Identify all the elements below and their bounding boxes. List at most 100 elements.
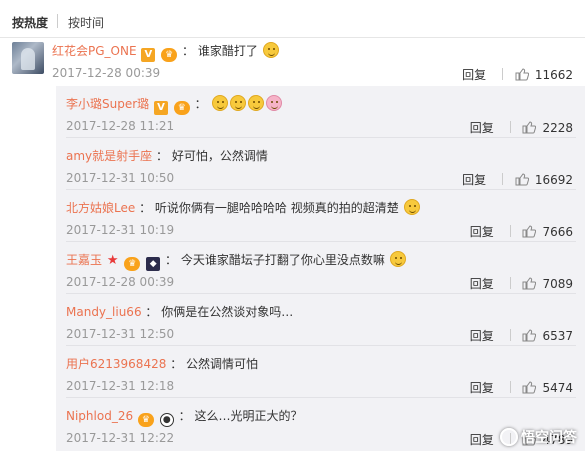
- reply-username[interactable]: 王嘉玉: [66, 253, 102, 267]
- smile-emoji-icon: [389, 251, 406, 267]
- thumbs-up-icon: [515, 173, 529, 186]
- like-button[interactable]: 7089: [522, 277, 573, 291]
- sort-bar: 按热度 按时间: [0, 0, 585, 38]
- reply-timestamp: 2017-12-31 12:22: [66, 431, 175, 445]
- reply-actions: 回复 2228: [470, 119, 573, 136]
- vip-badge-icon: ♛: [173, 101, 190, 115]
- thumbs-up-icon: [515, 68, 529, 81]
- sort-divider: [57, 14, 58, 28]
- vip-badge-icon: ♛: [137, 413, 154, 427]
- reply-username[interactable]: Niphlod_26: [66, 409, 133, 423]
- thumbs-up-icon: [522, 121, 537, 134]
- comment-username[interactable]: 红花会PG_ONE: [52, 44, 137, 58]
- action-divider: [501, 68, 503, 80]
- reply-button[interactable]: 回复: [470, 121, 494, 135]
- like-button[interactable]: 6537: [522, 329, 573, 343]
- like-count: 7089: [542, 277, 573, 291]
- reply-username[interactable]: 李小璐Super璐: [66, 97, 149, 111]
- colon-separator: ：: [155, 149, 168, 163]
- reply-username[interactable]: Mandy_liu66: [66, 305, 142, 319]
- reply-button[interactable]: 回复: [470, 277, 494, 291]
- reply-line: Mandy_liu66 ： 你俩是在公然谈对象吗…: [66, 303, 293, 320]
- reply-text: 公然调情可怕: [186, 357, 259, 371]
- action-divider: [509, 277, 511, 289]
- reply-text: 这么…光明正大的？: [194, 409, 303, 423]
- thumbs-up-icon: [522, 381, 537, 394]
- reply-button[interactable]: 回复: [470, 433, 494, 447]
- pig-emoji-icon: [265, 95, 282, 111]
- reply-button[interactable]: 回复: [470, 225, 494, 239]
- reply-line: 北方姑娘Lee ： 听说你俩有一腿哈哈哈哈 视频真的拍的超清楚: [66, 199, 421, 216]
- reply-button[interactable]: 回复: [462, 173, 486, 187]
- colon-separator: ：: [145, 305, 158, 319]
- reply-item: 王嘉玉 ★ ♛ ◆ ： 今天谁家醋坛子打翻了你心里没点数嘛 2017-12-28…: [56, 242, 585, 294]
- emoji-icon: [229, 95, 246, 111]
- like-count: 6537: [542, 329, 573, 343]
- avatar[interactable]: [12, 42, 44, 74]
- reply-line: 李小璐Super璐 V ♛ ：: [66, 95, 283, 115]
- reply-text: 你俩是在公然谈对象吗…: [161, 305, 294, 319]
- colon-separator: ：: [139, 201, 152, 215]
- reply-timestamp: 2017-12-28 00:39: [66, 275, 175, 289]
- watermark: 悟空问答: [500, 427, 577, 447]
- action-divider: [509, 121, 511, 133]
- like-count: 11662: [534, 68, 573, 82]
- thumbs-up-icon: [522, 277, 537, 290]
- reply-button[interactable]: 回复: [470, 329, 494, 343]
- like-button[interactable]: 11662: [515, 68, 573, 82]
- reply-line: 王嘉玉 ★ ♛ ◆ ： 今天谁家醋坛子打翻了你心里没点数嘛: [66, 251, 407, 271]
- reply-actions: 回复 6537: [470, 327, 573, 344]
- reply-line: amy就是射手座 ： 好可怕，公然调情: [66, 147, 268, 164]
- reply-timestamp: 2017-12-31 10:19: [66, 223, 175, 237]
- comment-timestamp: 2017-12-28 00:39: [52, 66, 161, 80]
- reply-item: 用户6213968428 ： 公然调情可怕 2017-12-31 12:18 回…: [56, 346, 585, 398]
- like-button[interactable]: 7666: [522, 225, 573, 239]
- reply-timestamp: 2017-12-28 11:21: [66, 119, 175, 133]
- reply-item: 李小璐Super璐 V ♛ ： 2017-12-28 11:21 回复 2228: [56, 86, 585, 138]
- like-button[interactable]: 5474: [522, 381, 573, 395]
- like-button[interactable]: 16692: [515, 173, 573, 187]
- star-badge-icon: ★: [106, 253, 119, 268]
- reply-item: Mandy_liu66 ： 你俩是在公然谈对象吗… 2017-12-31 12:…: [56, 294, 585, 346]
- reply-list: 李小璐Super璐 V ♛ ： 2017-12-28 11:21 回复 2228…: [56, 86, 585, 451]
- vip-badge-icon: ♛: [124, 257, 141, 271]
- colon-separator: ：: [182, 44, 195, 58]
- reply-button[interactable]: 回复: [462, 68, 486, 82]
- panda-badge-icon: ●: [159, 413, 174, 427]
- thumbs-up-icon: [522, 225, 537, 238]
- verified-badge-icon: V: [141, 48, 156, 62]
- reply-actions: 回复 7089: [470, 275, 573, 292]
- reply-actions: 回复 7666: [470, 223, 573, 240]
- colon-separator: ：: [194, 97, 207, 111]
- action-divider: [501, 173, 503, 185]
- action-divider: [509, 381, 511, 393]
- reply-actions: 回复 5474: [470, 379, 573, 396]
- laughing-emoji-icon: [403, 199, 420, 215]
- fan-badge-icon: ◆: [146, 257, 161, 271]
- action-divider: [509, 329, 511, 341]
- vip-badge-icon: ♛: [161, 48, 178, 62]
- reply-timestamp: 2017-12-31 10:50: [66, 171, 175, 185]
- reply-button[interactable]: 回复: [470, 381, 494, 395]
- like-count: 7666: [542, 225, 573, 239]
- top-comment: 红花会PG_ONE V ♛ ： 谁家醋打了 2017-12-28 00:39 回…: [0, 38, 585, 86]
- wukong-logo-icon: [500, 428, 518, 446]
- reply-timestamp: 2017-12-31 12:18: [66, 379, 175, 393]
- like-count: 16692: [534, 173, 573, 187]
- reply-line: Niphlod_26 ♛ ● ： 这么…光明正大的？: [66, 407, 302, 427]
- sort-by-time-tab[interactable]: 按时间: [68, 14, 104, 31]
- emoji-icon: [247, 95, 264, 111]
- reply-actions: 回复 16692: [462, 171, 573, 188]
- reply-text: 听说你俩有一腿哈哈哈哈 视频真的拍的超清楚: [154, 201, 399, 215]
- reply-line: 用户6213968428 ： 公然调情可怕: [66, 355, 258, 372]
- reply-item: 北方姑娘Lee ： 听说你俩有一腿哈哈哈哈 视频真的拍的超清楚 2017-12-…: [56, 190, 585, 242]
- emoji-icon: [262, 42, 279, 58]
- sort-by-hot-tab[interactable]: 按热度: [12, 14, 48, 31]
- reply-username[interactable]: 用户6213968428: [66, 357, 166, 371]
- like-button[interactable]: 2228: [522, 121, 573, 135]
- reply-text: 今天谁家醋坛子打翻了你心里没点数嘛: [180, 253, 385, 267]
- reply-username[interactable]: amy就是射手座: [66, 149, 152, 163]
- comment-text: 谁家醋打了: [197, 44, 258, 58]
- comment-actions: 回复 11662: [462, 66, 573, 83]
- reply-username[interactable]: 北方姑娘Lee: [66, 201, 135, 215]
